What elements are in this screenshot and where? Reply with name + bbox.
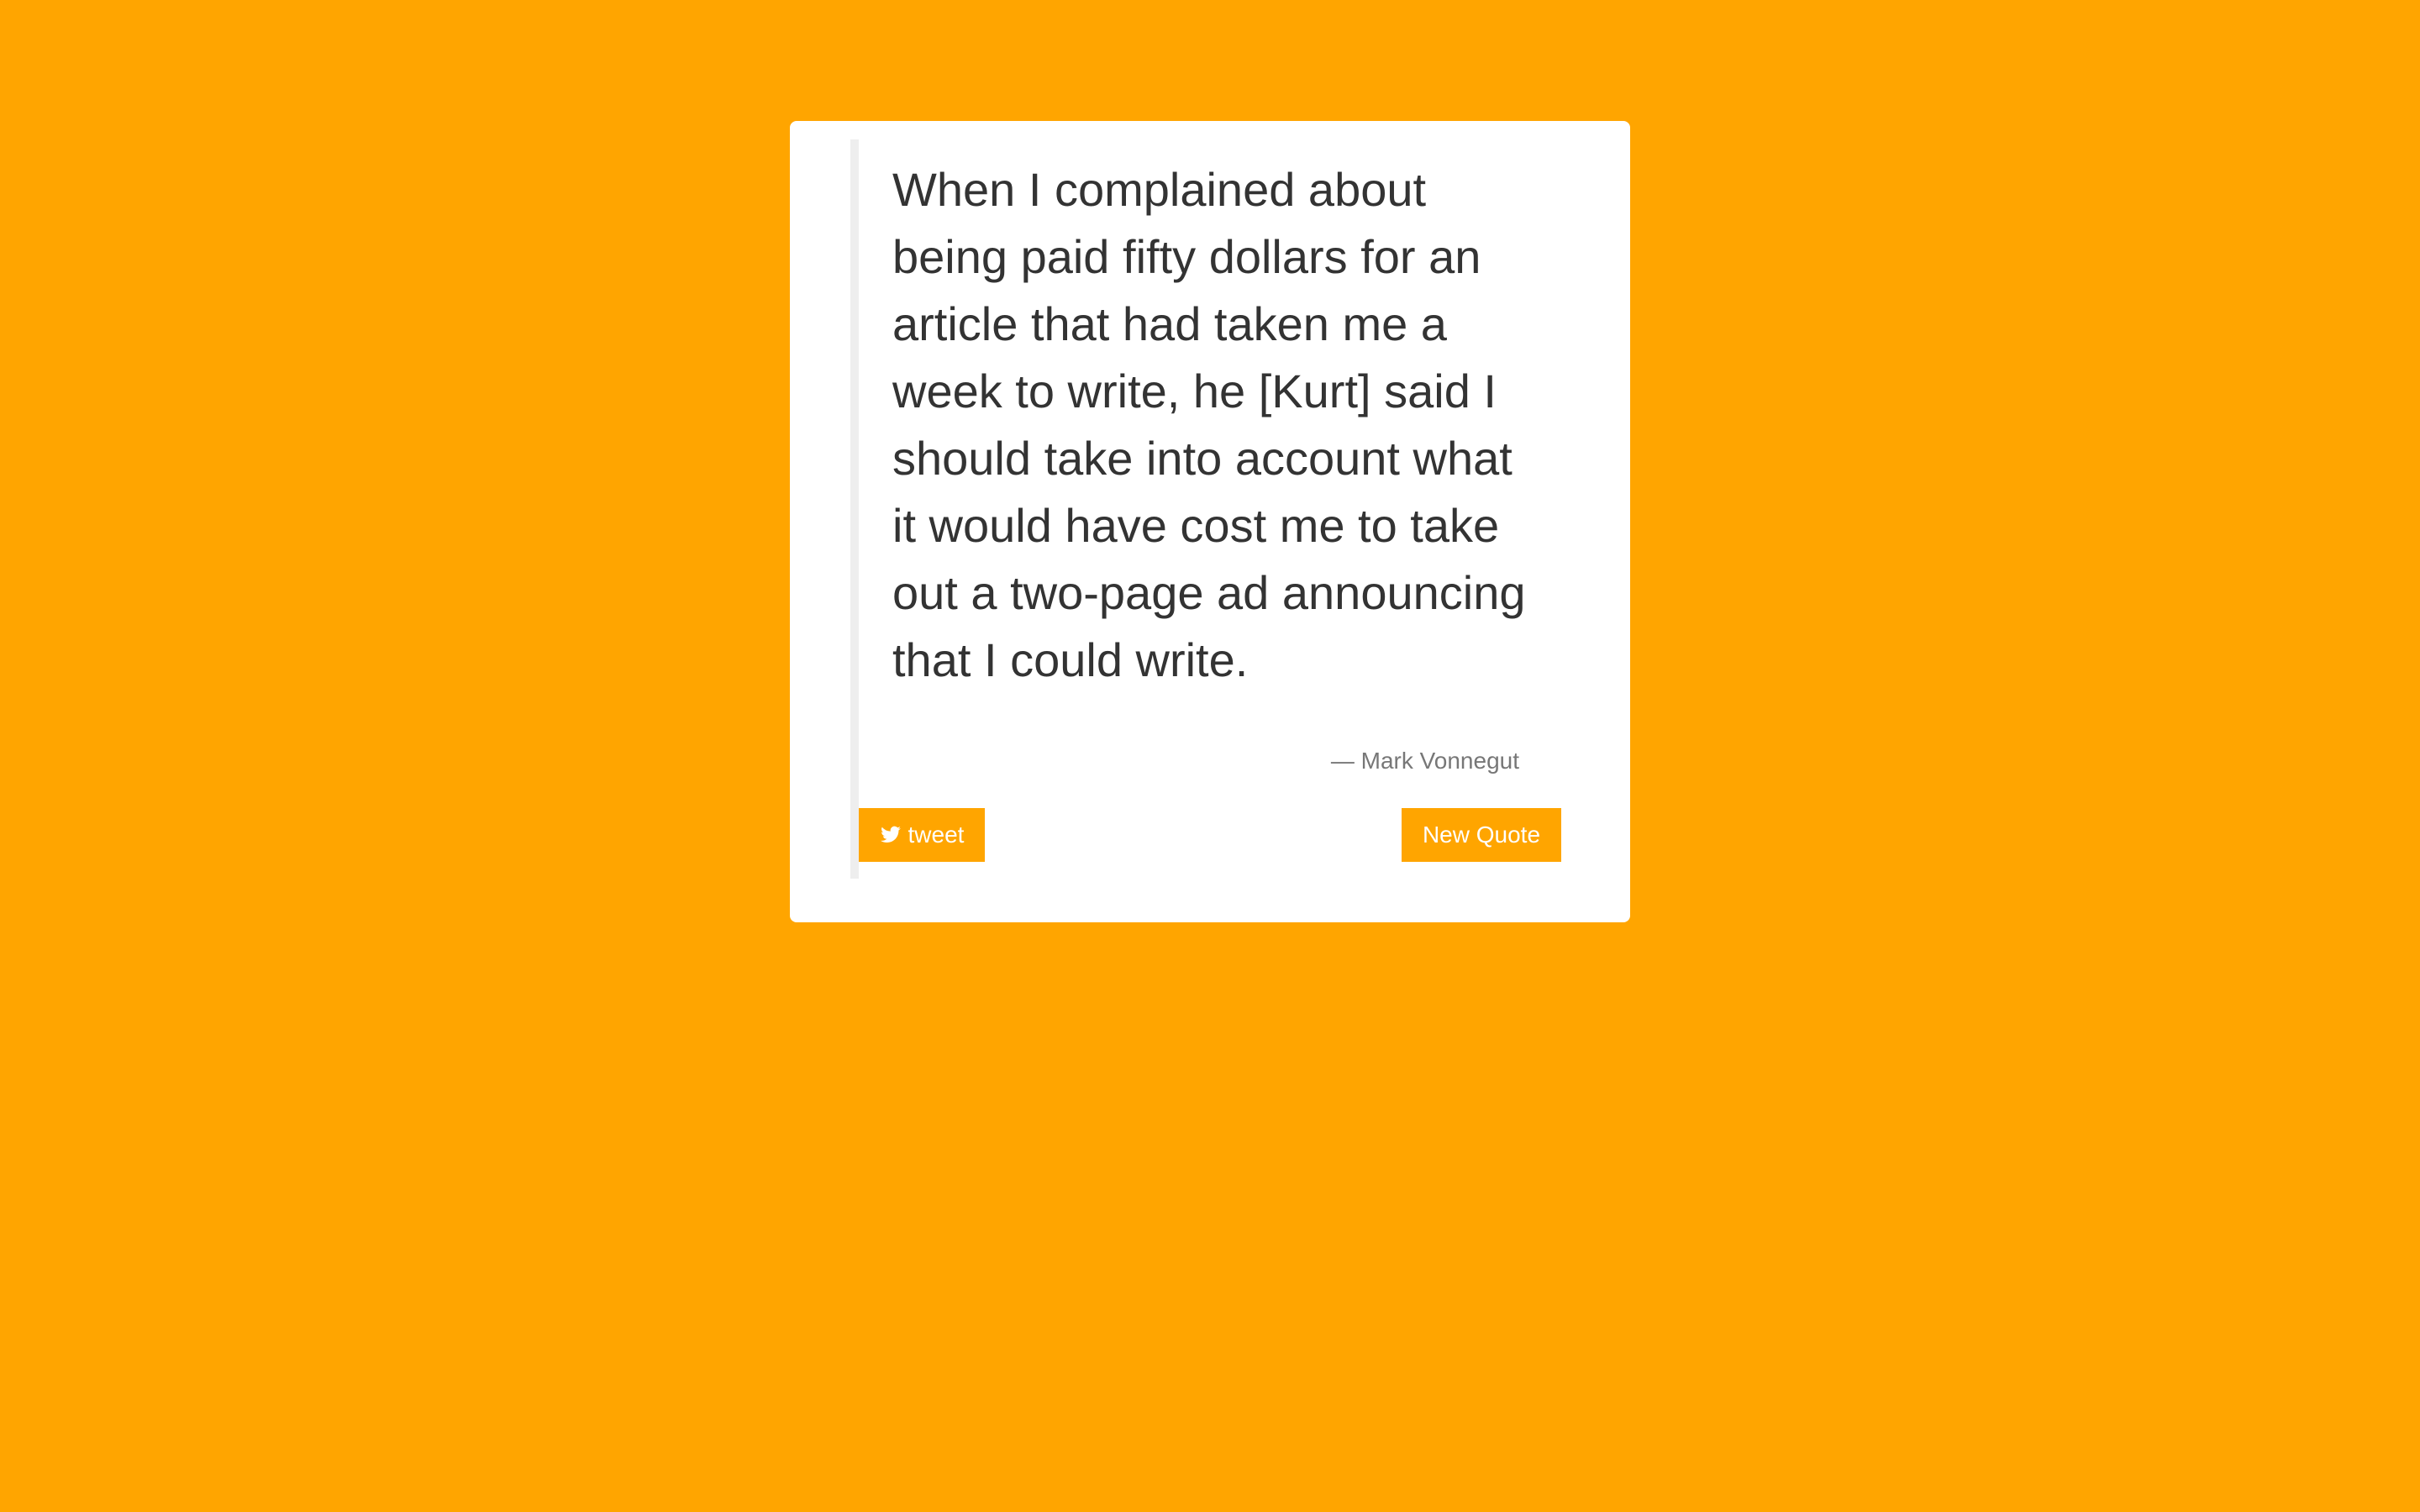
quote-blockquote: When I complained about being paid fifty… — [850, 139, 1571, 879]
quote-card: When I complained about being paid fifty… — [790, 121, 1630, 922]
quote-author: — Mark Vonnegut — [1330, 748, 1519, 774]
tweet-button-label: tweet — [908, 822, 965, 848]
tweet-button[interactable]: tweet — [859, 808, 985, 862]
new-quote-button[interactable]: New Quote — [1402, 808, 1561, 862]
quote-text: When I complained about being paid fifty… — [892, 163, 1526, 686]
twitter-icon — [880, 824, 902, 846]
